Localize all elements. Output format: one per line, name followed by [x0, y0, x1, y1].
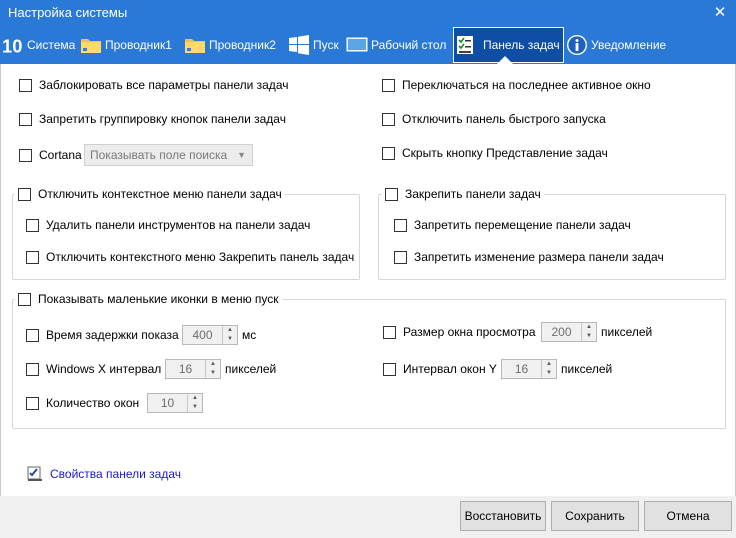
- show-delay-unit: мс: [242, 328, 257, 342]
- tab-desktop[interactable]: Рабочий стол: [346, 28, 446, 62]
- windows-x-interval-option[interactable]: Windows X интервал: [26, 361, 161, 377]
- checkbox[interactable]: [383, 325, 396, 339]
- checkbox[interactable]: [394, 250, 407, 264]
- checkbox[interactable]: [26, 218, 39, 232]
- windows-y-interval-option[interactable]: Интервал окон Y: [383, 361, 497, 377]
- stepper-down-icon[interactable]: ▼: [206, 369, 220, 378]
- remove-toolbars-option[interactable]: Удалить панели инструментов на панели за…: [26, 217, 310, 233]
- stepper-up-icon[interactable]: ▲: [206, 360, 220, 369]
- windows-y-interval-unit: пикселей: [561, 362, 613, 376]
- tab-explorer1[interactable]: Проводник1: [80, 28, 172, 62]
- windows-y-interval-stepper[interactable]: 16 ▲ ▼: [501, 359, 557, 379]
- no-move-option[interactable]: Запретить перемещение панели задач: [394, 217, 631, 233]
- checkbox[interactable]: [19, 148, 32, 162]
- checkbox[interactable]: [382, 112, 395, 126]
- settings-panel: [0, 64, 736, 497]
- checkbox[interactable]: [26, 396, 39, 410]
- svg-text:10: 10: [2, 35, 22, 56]
- window-count-stepper[interactable]: 10 ▲ ▼: [147, 393, 203, 413]
- active-tab-indicator: [497, 56, 513, 64]
- windows-x-interval-unit: пикселей: [225, 362, 277, 376]
- stepper-up-icon[interactable]: ▲: [223, 326, 237, 335]
- checkbox[interactable]: [19, 112, 32, 126]
- checkbox[interactable]: [26, 362, 39, 376]
- tab-label: Проводник1: [105, 38, 172, 52]
- disable-grouping-option[interactable]: Запретить группировку кнопок панели зада…: [19, 111, 286, 127]
- windows-x-interval-stepper[interactable]: 16 ▲ ▼: [165, 359, 221, 379]
- folder-icon: [184, 34, 206, 56]
- cortana-mode-select[interactable]: Показывать поле поиска ▼: [84, 144, 253, 166]
- checkbox[interactable]: [385, 187, 398, 201]
- stepper-down-icon[interactable]: ▼: [188, 403, 202, 412]
- windows-logo-icon: [288, 34, 310, 56]
- save-button[interactable]: Сохранить: [551, 501, 639, 531]
- close-icon: ✕: [713, 4, 727, 21]
- taskbar-icon: [455, 34, 477, 56]
- tab-label: Панель задач: [483, 38, 560, 52]
- stepper-down-icon[interactable]: ▼: [542, 369, 556, 378]
- tab-label: Рабочий стол: [371, 38, 447, 52]
- checkbox[interactable]: [18, 187, 31, 201]
- taskbar-properties-link[interactable]: Свойства панели задач: [27, 466, 181, 482]
- disable-quick-launch-option[interactable]: Отключить панель быстрого запуска: [382, 111, 606, 127]
- checkbox[interactable]: [19, 78, 32, 92]
- tab-label: Уведомление: [591, 38, 667, 52]
- checkbox[interactable]: [382, 146, 395, 160]
- folder-icon: [80, 34, 102, 56]
- checkbox[interactable]: [394, 218, 407, 232]
- stepper-down-icon[interactable]: ▼: [223, 335, 237, 344]
- tab-notifications[interactable]: Уведомление: [566, 28, 666, 62]
- checkbox[interactable]: [18, 292, 31, 306]
- disable-pin-menu-option[interactable]: Отключить контекстного меню Закрепить па…: [26, 249, 354, 265]
- small-icons-group-header[interactable]: Показывать маленькие иконки в меню пуск: [15, 291, 282, 307]
- restore-button[interactable]: Восстановить: [460, 501, 546, 531]
- switch-last-window-option[interactable]: Переключаться на последнее активное окно: [382, 77, 651, 93]
- lock-all-option[interactable]: Заблокировать все параметры панели задач: [19, 77, 288, 93]
- checkbox[interactable]: [26, 250, 39, 264]
- window-title: Настройка системы: [8, 5, 128, 20]
- tab-label: Проводник2: [209, 38, 276, 52]
- cancel-button[interactable]: Отмена: [644, 501, 732, 531]
- stepper-up-icon[interactable]: ▲: [582, 323, 596, 332]
- tab-label: Система: [27, 38, 76, 52]
- hide-task-view-option[interactable]: Скрыть кнопку Представление задач: [382, 145, 608, 161]
- lock-taskbar-group: [378, 194, 726, 280]
- tab-explorer2[interactable]: Проводник2: [184, 28, 276, 62]
- chevron-down-icon: ▼: [237, 150, 246, 160]
- stepper-up-icon[interactable]: ▲: [188, 394, 202, 403]
- no-resize-option[interactable]: Запретить изменение размера панели задач: [394, 249, 664, 265]
- context-menu-group: [12, 194, 360, 280]
- preview-size-unit: пикселей: [601, 325, 653, 339]
- window-count-option[interactable]: Количество окон: [26, 395, 139, 411]
- cortana-option[interactable]: Cortana: [19, 147, 82, 163]
- preview-size-option[interactable]: Размер окна просмотра: [383, 324, 536, 340]
- show-delay-stepper[interactable]: 400 ▲ ▼: [182, 325, 238, 345]
- close-button[interactable]: ✕: [708, 1, 732, 25]
- lock-taskbar-group-header[interactable]: Закрепить панели задач: [382, 186, 544, 202]
- tab-system[interactable]: 10 Система: [2, 28, 75, 62]
- preview-size-stepper[interactable]: 200 ▲ ▼: [541, 322, 597, 342]
- info-icon: [566, 34, 588, 56]
- stepper-up-icon[interactable]: ▲: [542, 360, 556, 369]
- win10-icon: 10: [2, 34, 24, 56]
- desktop-icon: [346, 34, 368, 56]
- checkbox[interactable]: [382, 78, 395, 92]
- checkbox[interactable]: [26, 328, 39, 342]
- taskbar-properties-icon: [27, 466, 43, 482]
- show-delay-option[interactable]: Время задержки показа: [26, 327, 179, 343]
- context-menu-group-header[interactable]: Отключить контекстное меню панели задач: [15, 186, 285, 202]
- stepper-down-icon[interactable]: ▼: [582, 332, 596, 341]
- tab-label: Пуск: [313, 38, 339, 52]
- tab-start[interactable]: Пуск: [288, 28, 339, 62]
- checkbox[interactable]: [383, 362, 396, 376]
